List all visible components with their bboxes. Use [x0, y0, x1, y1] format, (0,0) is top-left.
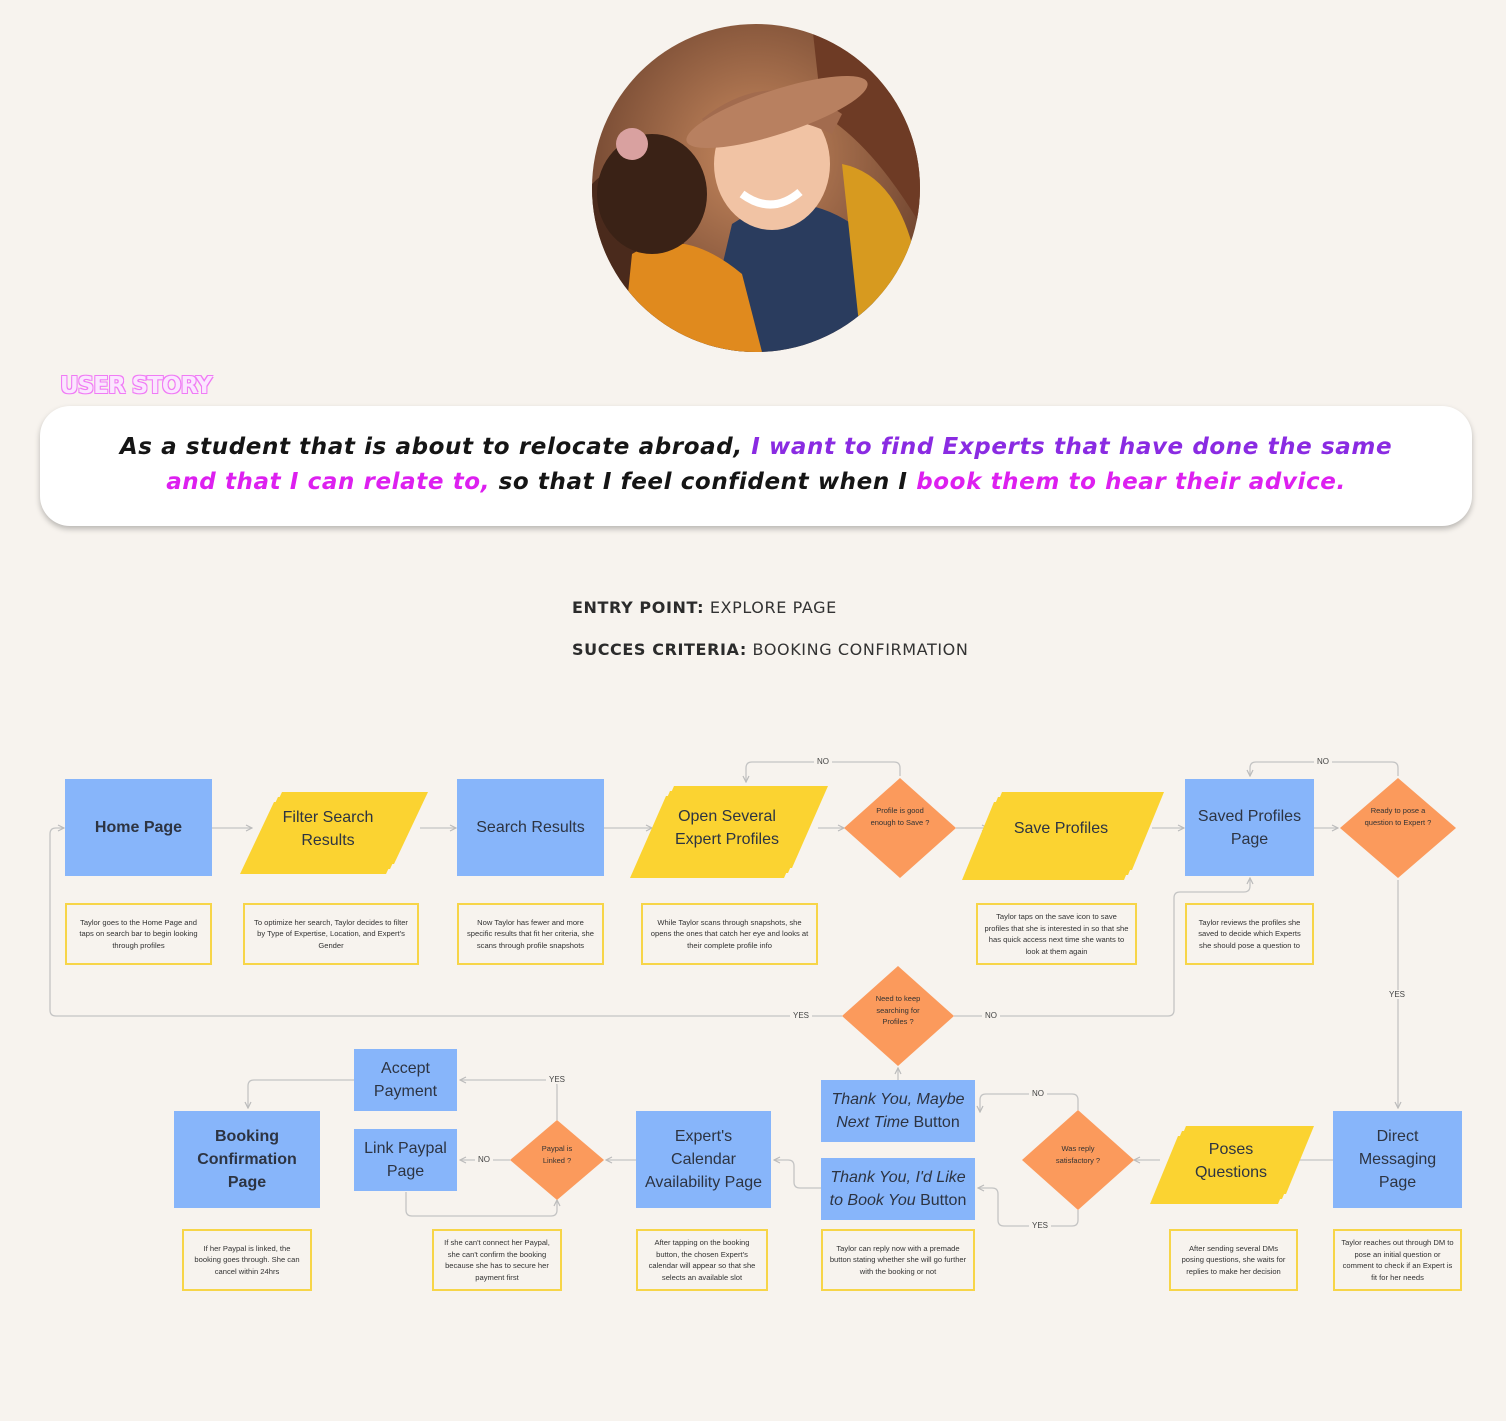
accept-payment-node: Accept Payment: [354, 1049, 457, 1111]
need-keep-label: Need to keep searching for Profiles ?: [875, 994, 921, 1026]
edge-label-yes-1: YES: [1386, 990, 1409, 999]
note-calendar: After tapping on the booking button, the…: [636, 1229, 768, 1291]
paypal-linked-label: Paypal is Linked ?: [541, 1144, 573, 1165]
search-results-node: Search Results: [457, 779, 604, 876]
note-thank: Taylor can reply now with a premade butt…: [821, 1229, 975, 1291]
ready-pose-diamond: [1340, 778, 1456, 878]
thank-maybe-node: Thank You, Maybe Next Time Button: [821, 1080, 975, 1142]
booking-confirmation-node: Booking Confirmation Page: [174, 1111, 320, 1208]
note-booking: If her Paypal is linked, the booking goe…: [182, 1229, 312, 1291]
note-home: Taylor goes to the Home Page and taps on…: [65, 903, 212, 965]
profile-good-diamond: [844, 778, 956, 878]
edge-label-no-3: NO: [982, 1011, 1000, 1020]
filter-search-label: Filter Search Results: [282, 809, 374, 849]
poses-questions-label: Poses Questions: [1194, 1141, 1268, 1181]
save-profiles-label: Save Profiles: [1013, 819, 1109, 837]
note-saved: Taylor reviews the profiles she saved to…: [1185, 903, 1314, 965]
edge-paypal-yes: [460, 1080, 558, 1120]
open-profiles-label: Open Several Expert Profiles: [674, 808, 780, 848]
edge-label-no-1: NO: [814, 757, 832, 766]
calendar-page-node: Expert's Calendar Availability Page: [636, 1111, 771, 1208]
note-search: Now Taylor has fewer and more specific r…: [457, 903, 604, 965]
edge-label-no-4: NO: [1029, 1089, 1047, 1098]
thank-maybe-plain: Button: [913, 1114, 960, 1131]
ready-pose-label: Ready to pose a question to Expert ?: [1364, 806, 1432, 827]
note-save: Taylor taps on the save icon to save pro…: [976, 903, 1137, 965]
edge-label-no-2: NO: [1314, 757, 1332, 766]
edge-thank-book-calendar: [774, 1160, 822, 1189]
note-paypal: If she can't connect her Paypal, she can…: [432, 1229, 562, 1291]
edge-link-paypal-back: [405, 1192, 557, 1217]
saved-profiles-page-node: Saved Profiles Page: [1185, 779, 1314, 876]
link-paypal-node: Link Paypal Page: [354, 1129, 457, 1191]
thank-book-plain: Button: [920, 1192, 967, 1209]
edge-label-yes-4: YES: [546, 1075, 569, 1084]
edge-label-no-5: NO: [475, 1155, 493, 1164]
home-page-node: Home Page: [65, 779, 212, 876]
direct-messaging-node: Direct Messaging Page: [1333, 1111, 1462, 1208]
thank-book-node: Thank You, I'd Like to Book You Button: [821, 1158, 975, 1220]
edge-accept-booking: [248, 1079, 354, 1108]
edge-label-yes-2: YES: [790, 1011, 813, 1020]
note-poses: After sending several DMs posing questio…: [1169, 1229, 1298, 1291]
reply-satisfactory-label: Was reply satisfactory ?: [1055, 1144, 1101, 1165]
note-open: While Taylor scans through snapshots, sh…: [641, 903, 818, 965]
note-filter: To optimize her search, Taylor decides t…: [243, 903, 419, 965]
profile-good-label: Profile is good enough to Save ?: [870, 806, 930, 827]
edge-label-yes-3: YES: [1029, 1221, 1052, 1230]
note-dm: Taylor reaches out through DM to pose an…: [1333, 1229, 1462, 1291]
